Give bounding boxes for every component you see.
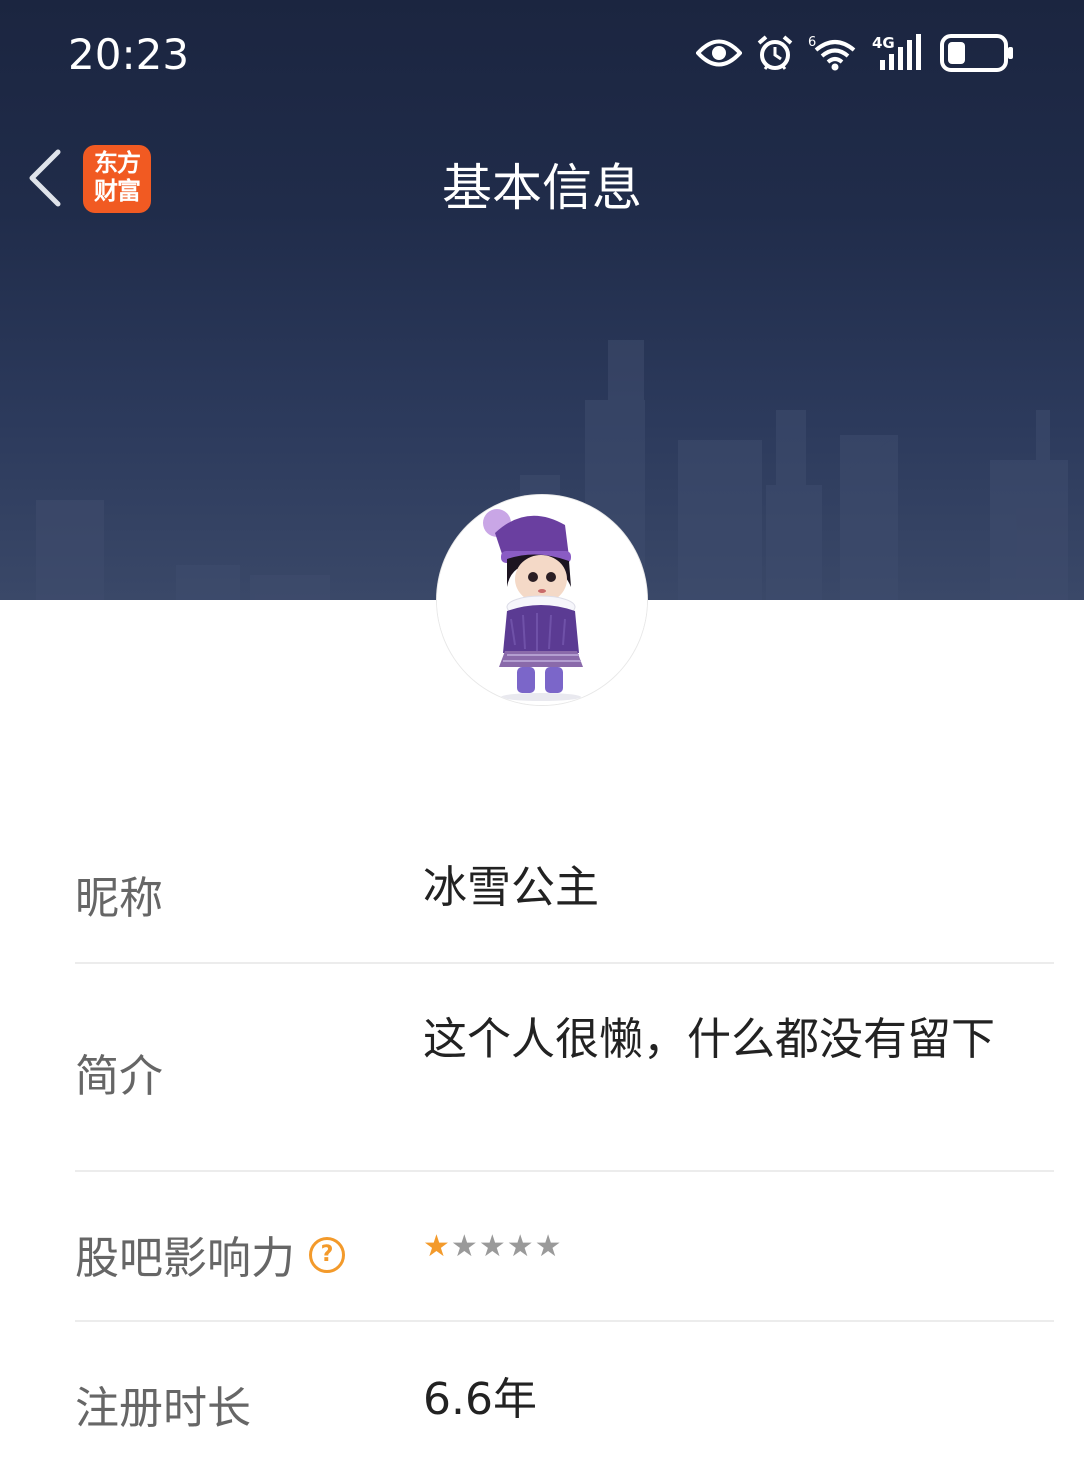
help-icon[interactable]: ? xyxy=(309,1237,345,1273)
nickname-value: 冰雪公主 xyxy=(423,862,599,913)
info-row-influence: 股吧影响力 ? ★ ★ ★ ★ ★ xyxy=(75,1172,1054,1322)
star-empty-icon: ★ xyxy=(450,1229,478,1264)
status-time: 20:23 xyxy=(68,30,190,79)
wifi-badge-text: 6 xyxy=(808,35,816,50)
eye-icon xyxy=(696,39,742,67)
nickname-label: 昵称 xyxy=(75,862,163,926)
profile-info-list: 昵称 冰雪公主 简介 这个人很懒，什么都没有留下 股吧影响力 ? ★ ★ ★ ★ ★ 注… xyxy=(75,810,1054,1472)
info-row-nickname: 昵称 冰雪公主 xyxy=(75,810,1054,964)
star-filled-icon: ★ xyxy=(423,1229,450,1264)
doll-avatar-image xyxy=(437,495,647,705)
star-empty-icon: ★ xyxy=(534,1229,562,1264)
bio-value: 这个人很懒，什么都没有留下 xyxy=(423,1014,995,1065)
nickname-label-text: 昵称 xyxy=(75,873,163,924)
battery-icon xyxy=(940,34,1013,72)
network-badge-text: 4G xyxy=(872,34,895,52)
status-bar: 20:23 6 4G xyxy=(0,0,1084,110)
profile-page: 20:23 6 4G 东方 财富 基本信息 昵称 冰雪公主 简介 这个人很懒，什… xyxy=(0,0,1084,1481)
status-icons: 6 4G xyxy=(696,34,1014,72)
avatar[interactable] xyxy=(437,495,647,705)
alarm-icon xyxy=(757,35,793,70)
bio-label: 简介 xyxy=(75,1040,163,1104)
signal-4g-icon: 4G xyxy=(872,34,921,70)
bio-label-text: 简介 xyxy=(75,1051,163,1102)
info-row-bio: 简介 这个人很懒，什么都没有留下 xyxy=(75,964,1054,1172)
wifi-6-icon: 6 xyxy=(808,35,856,71)
info-row-tenure: 注册时长 6.6年 xyxy=(75,1322,1054,1472)
tenure-label-text: 注册时长 xyxy=(75,1383,251,1434)
tenure-label: 注册时长 xyxy=(75,1372,251,1436)
tenure-value: 6.6年 xyxy=(423,1374,537,1425)
star-empty-icon: ★ xyxy=(478,1229,506,1264)
star-rating: ★ ★ ★ ★ ★ xyxy=(423,1227,1013,1267)
star-empty-icon: ★ xyxy=(506,1229,534,1264)
influence-rating: ★ ★ ★ ★ ★ xyxy=(423,1227,1013,1267)
influence-label: 股吧影响力 ? xyxy=(75,1222,345,1286)
influence-label-text: 股吧影响力 xyxy=(75,1233,295,1284)
page-title: 基本信息 xyxy=(442,159,642,217)
